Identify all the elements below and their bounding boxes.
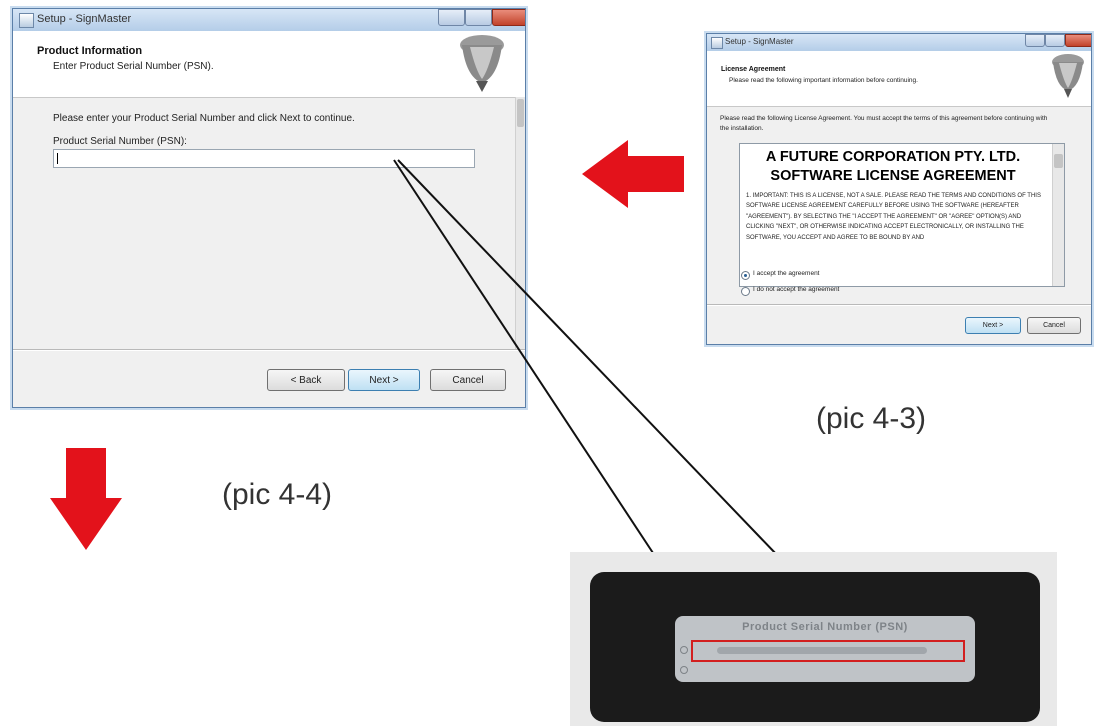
device-back-panel: Product Serial Number (PSN): [590, 572, 1040, 722]
sticker-mark-icon: [680, 666, 688, 674]
callout-line-right: [397, 159, 779, 557]
blurred-serial-number: [717, 647, 927, 654]
serial-number-highlight: [691, 640, 965, 662]
sticker-mark-icon: [680, 646, 688, 654]
sticker-title: Product Serial Number (PSN): [742, 621, 908, 633]
callout-line-left: [393, 159, 656, 557]
psn-sticker: Product Serial Number (PSN): [675, 616, 975, 682]
psn-label-photo: Product Serial Number (PSN): [570, 552, 1057, 726]
